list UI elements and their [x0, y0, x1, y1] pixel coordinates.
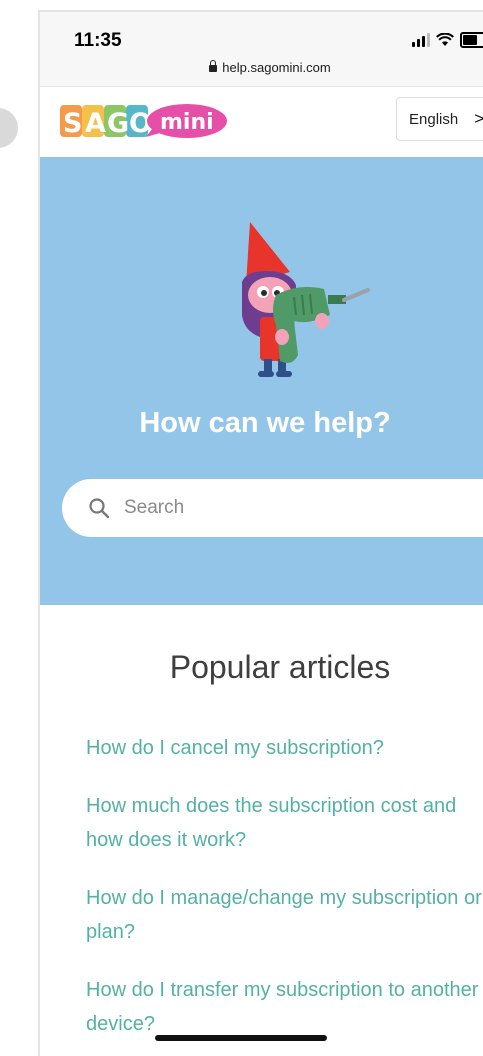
hero-title: How can we help? — [139, 407, 391, 439]
svg-text:G: G — [107, 108, 129, 139]
list-item: How much does the subscription cost and … — [86, 789, 483, 857]
search-input[interactable] — [122, 496, 446, 520]
hero-banner: How can we help? — [40, 157, 483, 605]
svg-text:mini: mini — [160, 110, 214, 135]
list-item: How do I manage/change my subscription o… — [86, 881, 483, 949]
search-bar[interactable] — [62, 479, 483, 537]
article-list: How do I cancel my subscription? How muc… — [86, 731, 483, 1056]
list-item: How do I cancel my subscription? — [86, 731, 483, 765]
article-link-cancel-subscription[interactable]: How do I cancel my subscription? — [86, 731, 483, 765]
list-item: How do I transfer my subscription to ano… — [86, 973, 483, 1041]
svg-text:S: S — [63, 108, 82, 139]
search-icon — [89, 498, 110, 519]
chevron-right-icon: > — [474, 109, 483, 129]
svg-text:A: A — [85, 108, 106, 139]
side-bubble — [0, 108, 18, 148]
popular-articles-title: Popular articles — [169, 649, 391, 685]
language-selector-button[interactable]: English > — [396, 97, 483, 141]
signal-icon — [412, 33, 430, 47]
wifi-icon — [436, 33, 454, 46]
screenshot-stage: 11:35 help.sagomini.com S A G O mini Eng… — [0, 0, 483, 1056]
article-link-subscription-cost[interactable]: How much does the subscription cost and … — [86, 789, 483, 857]
address-bar[interactable]: help.sagomini.com — [40, 60, 483, 75]
sago-mini-logo[interactable]: S A G O mini — [60, 99, 230, 141]
status-time: 11:35 — [74, 30, 122, 51]
site-header: S A G O mini English > — [40, 87, 483, 157]
browser-status-bar: 11:35 help.sagomini.com — [40, 12, 483, 87]
article-link-transfer-subscription[interactable]: How do I transfer my subscription to ano… — [86, 973, 483, 1041]
article-link-manage-subscription[interactable]: How do I manage/change my subscription o… — [86, 881, 483, 949]
address-url: help.sagomini.com — [222, 60, 331, 75]
lock-icon — [209, 60, 218, 72]
battery-icon — [460, 32, 483, 48]
phone-screen: 11:35 help.sagomini.com S A G O mini Eng… — [38, 10, 483, 1056]
home-indicator[interactable] — [155, 1035, 327, 1041]
status-icons — [412, 32, 483, 48]
gnome-with-drill-illustration — [242, 222, 370, 377]
language-label: English — [409, 110, 459, 128]
